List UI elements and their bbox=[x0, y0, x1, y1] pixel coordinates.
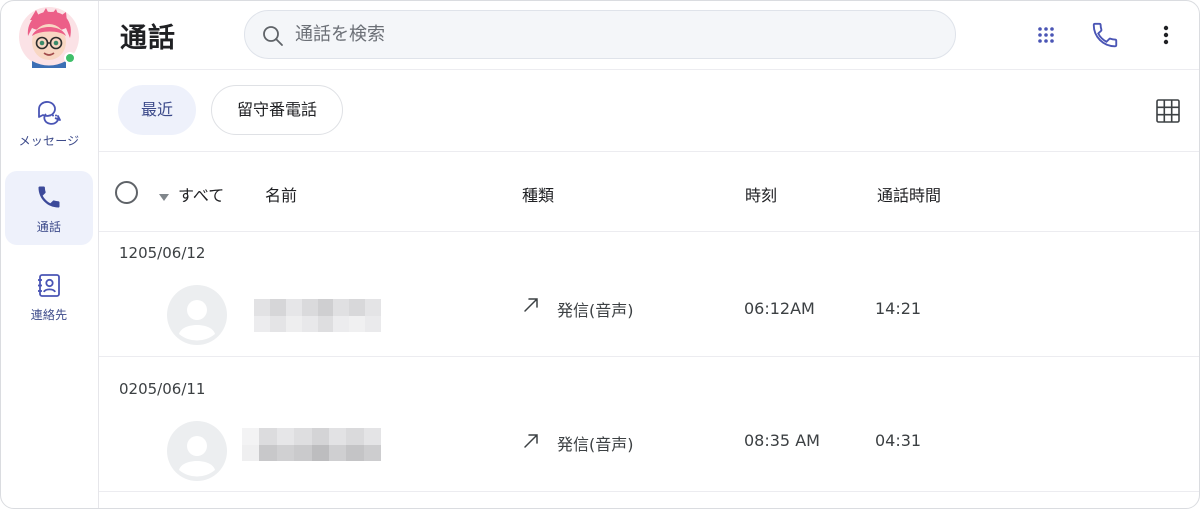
search-bar[interactable] bbox=[244, 10, 956, 59]
search-icon bbox=[261, 24, 285, 48]
search-input[interactable] bbox=[295, 11, 935, 58]
column-type: 種類 bbox=[522, 186, 555, 205]
contact-avatar bbox=[166, 284, 228, 346]
dialpad-icon[interactable] bbox=[1031, 20, 1061, 50]
call-time: 06:12AM bbox=[744, 299, 815, 318]
call-type: 発信(音声) bbox=[557, 435, 634, 454]
date-group: 0205/06/11 発信(音声) 08:35 AM 04:31 bbox=[99, 357, 1199, 492]
group-date: 1205/06/12 bbox=[119, 244, 206, 262]
top-bar: 通話 bbox=[99, 1, 1199, 70]
call-duration: 14:21 bbox=[875, 299, 922, 318]
outgoing-arrow-icon bbox=[522, 432, 540, 450]
call-time: 08:35 AM bbox=[744, 431, 820, 450]
call-type: 発信(音声) bbox=[557, 301, 634, 320]
sidebar-item-label: メッセージ bbox=[18, 134, 80, 148]
contacts-icon bbox=[35, 271, 63, 299]
column-name: 名前 bbox=[265, 186, 298, 205]
select-all-checkbox[interactable] bbox=[115, 181, 138, 204]
online-status-dot bbox=[64, 52, 76, 64]
tab-voicemail[interactable]: 留守番電話 bbox=[211, 85, 343, 135]
group-date: 0205/06/11 bbox=[119, 380, 206, 398]
table-header: すべて 名前 種類 時刻 通話時間 bbox=[99, 152, 1199, 232]
sidebar-item-messages[interactable]: メッセージ bbox=[5, 85, 93, 159]
table-row[interactable]: 発信(音声) 06:12AM 14:21 bbox=[99, 272, 1199, 352]
phone-icon bbox=[35, 183, 63, 211]
sidebar-item-contacts[interactable]: 連絡先 bbox=[5, 259, 93, 333]
new-call-icon[interactable] bbox=[1090, 20, 1120, 50]
sidebar-item-calls[interactable]: 通話 bbox=[5, 171, 93, 245]
user-avatar[interactable] bbox=[18, 6, 80, 68]
contact-avatar bbox=[166, 420, 228, 482]
column-duration: 通話時間 bbox=[877, 186, 942, 205]
sidebar: メッセージ 通話 連絡先 bbox=[1, 1, 99, 508]
date-group: 1205/06/12 発信(音声) 06:12AM 14:21 bbox=[99, 232, 1199, 357]
select-all-label[interactable]: すべて bbox=[178, 182, 224, 206]
call-duration: 04:31 bbox=[875, 431, 922, 450]
table-row[interactable]: 発信(音声) 08:35 AM 04:31 bbox=[99, 408, 1199, 488]
filter-tabs: 最近 留守番電話 bbox=[99, 70, 1199, 152]
app-window: メッセージ 通話 連絡先 通話 通話を検索 最近 留守番電話 すべて 名前 種類… bbox=[0, 0, 1200, 509]
page-title: 通話 bbox=[120, 23, 176, 54]
sidebar-item-label: 連絡先 bbox=[30, 308, 68, 322]
outgoing-arrow-icon bbox=[522, 296, 540, 314]
redacted-name bbox=[254, 299, 381, 332]
more-vert-icon[interactable] bbox=[1151, 20, 1181, 50]
grid-view-icon[interactable] bbox=[1155, 98, 1181, 124]
chat-bubbles-icon bbox=[35, 97, 63, 125]
tab-recent[interactable]: 最近 bbox=[118, 85, 196, 135]
column-time: 時刻 bbox=[745, 186, 778, 205]
caret-down-icon[interactable] bbox=[159, 187, 169, 201]
sidebar-item-label: 通話 bbox=[36, 220, 62, 234]
redacted-name bbox=[242, 428, 381, 461]
